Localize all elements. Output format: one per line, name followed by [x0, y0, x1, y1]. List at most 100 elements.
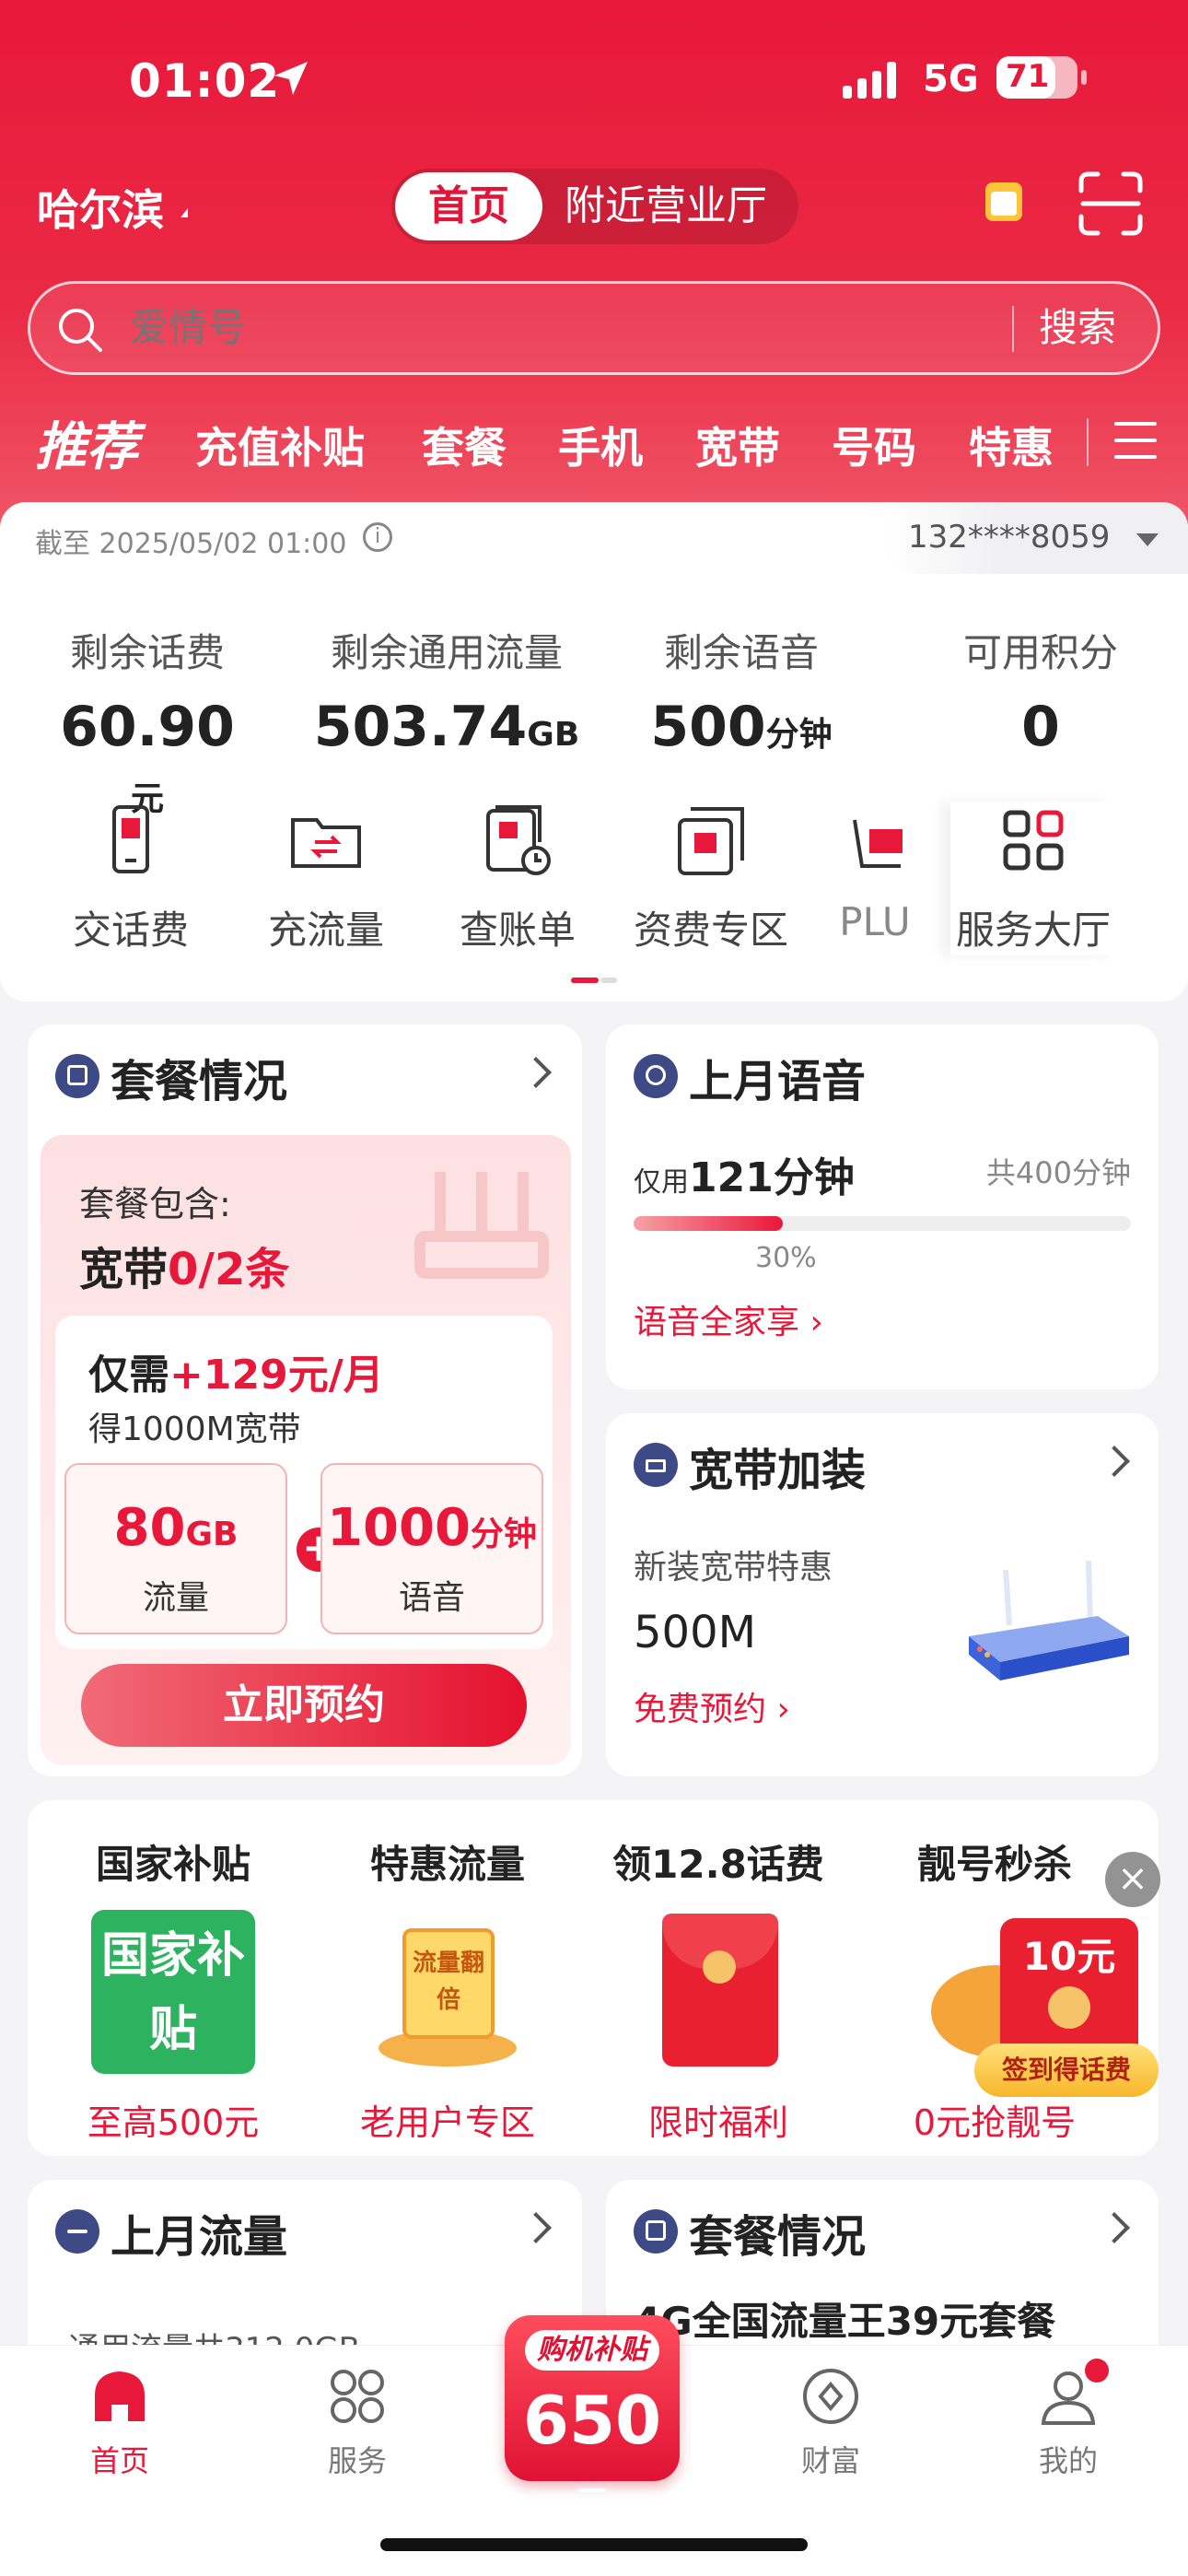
stat-voice[interactable]: 剩余语音 500分钟	[645, 622, 838, 759]
tab-home[interactable]: 首页	[395, 172, 542, 240]
shortcut-label: 充流量	[267, 907, 384, 953]
category-divider	[1087, 418, 1089, 466]
search-bar[interactable]: 搜索	[28, 281, 1160, 375]
shortcut-label: 服务大厅	[955, 907, 1111, 953]
data-recharge-icon	[291, 818, 361, 868]
shortcut-tariff-zone[interactable]: 资费专区	[628, 802, 794, 955]
nav-home[interactable]: 首页	[46, 2364, 193, 2480]
red-envelope-icon	[636, 1910, 800, 2074]
upgrade-offer: 仅需+129元/月 得1000M宽带 80GB 流量 + 1000分钟 语音	[55, 1316, 553, 1649]
search-button[interactable]: 搜索	[1039, 284, 1116, 372]
scan-icon[interactable]	[1077, 170, 1144, 237]
category-item[interactable]: 充值补贴	[195, 415, 365, 475]
network-type: 5G	[923, 58, 979, 100]
category-recommended[interactable]: 推荐	[35, 405, 138, 480]
promo-national-subsidy[interactable]: 国家补贴 国家补贴 至高500元	[53, 1800, 293, 2145]
subsidy-amount: 650元	[522, 2382, 662, 2526]
voice-used: 仅用121分钟	[634, 1154, 855, 1201]
nav-wealth[interactable]: 财富	[757, 2364, 904, 2480]
city-selector[interactable]: 哈尔滨	[37, 177, 164, 238]
search-input[interactable]	[130, 284, 959, 372]
router-outline-icon	[414, 1172, 549, 1279]
nav-services[interactable]: 服务	[284, 2364, 431, 2480]
shortcut-pay-bill[interactable]: 交话费	[48, 802, 214, 955]
card-title: 宽带加装	[689, 1445, 867, 1496]
voice-percent: 30%	[755, 1242, 817, 1274]
category-item[interactable]: 手机	[558, 415, 643, 475]
router-icon	[969, 1560, 1129, 1680]
nav-profile[interactable]: 我的	[995, 2359, 1142, 2480]
stat-points[interactable]: 可用积分 0	[949, 622, 1133, 759]
phone-subsidy-button[interactable]: 购机补贴 650元	[505, 2315, 680, 2526]
shortcut-query-bill[interactable]: 查账单	[435, 802, 600, 955]
category-item[interactable]: 套餐	[422, 415, 507, 475]
promo-bill-credit[interactable]: 领12.8话费 限时福利	[599, 1800, 838, 2145]
category-item[interactable]: 宽带	[695, 415, 780, 475]
shortcut-recharge-data[interactable]: 充流量	[243, 802, 409, 955]
pulse-icon	[55, 2209, 99, 2254]
category-item[interactable]: 号码	[832, 415, 916, 475]
stat-unit: 分钟	[765, 716, 833, 754]
free-booking-link[interactable]: 免费预约 ›	[634, 1682, 790, 1730]
card-title: 上月语音	[689, 1056, 867, 1107]
shortcut-plus[interactable]: PLU	[829, 802, 921, 944]
info-icon[interactable]: i	[363, 522, 392, 552]
stat-balance[interactable]: 剩余话费 60.90元	[55, 622, 239, 824]
package-icon	[55, 1054, 99, 1098]
voice-family-link[interactable]: 语音全家享 ›	[634, 1295, 823, 1343]
tab-nearby-stores[interactable]: 附近营业厅	[565, 169, 767, 244]
card-title: 套餐情况	[689, 2211, 867, 2263]
promo-subtitle: 限时福利	[647, 2102, 788, 2143]
promo-subtitle: 至高500元	[87, 2102, 260, 2143]
status-time: 01:02	[129, 54, 281, 108]
stat-data[interactable]: 剩余通用流量 503.74GB	[313, 622, 580, 759]
package-icon	[634, 2209, 678, 2254]
shortcut-label: 查账单	[459, 907, 576, 953]
category-nav: 推荐 充值补贴 套餐 手机 宽带 号码 特惠	[0, 405, 1188, 479]
chevron-right-icon[interactable]	[520, 2212, 552, 2243]
card-title: 上月流量	[111, 2211, 288, 2263]
close-icon[interactable]: ×	[1105, 1852, 1160, 1907]
top-tab-switch: 首页 附近营业厅	[391, 169, 798, 244]
search-icon	[59, 309, 102, 352]
bill-query-icon	[486, 805, 551, 875]
stat-label: 剩余通用流量	[330, 630, 563, 675]
data-double-icon: 流量翻倍	[366, 1910, 530, 2074]
chevron-right-icon[interactable]	[520, 1057, 552, 1088]
promo-subtitle: 老用户专区	[359, 2102, 535, 2143]
home-icon	[95, 2371, 145, 2421]
nav-label: 我的	[1038, 2443, 1098, 2478]
promo-data-deal[interactable]: 特惠流量 流量翻倍 老用户专区	[328, 1800, 567, 2145]
coin-icon	[1048, 1986, 1090, 2029]
stat-value: 503.74	[313, 695, 528, 759]
checkin-reward-float[interactable]: 10元 签到得话费	[967, 1913, 1165, 2106]
package-card[interactable]: 套餐情况 套餐包含: 宽带0/2条 仅需+129元/月 得1000M宽带 80G…	[28, 1025, 582, 1776]
menu-icon[interactable]	[1114, 418, 1160, 464]
promo-title: 特惠流量	[369, 1842, 525, 1887]
nav-label: 财富	[800, 2443, 860, 2478]
shortcut-service-hall[interactable]: 服务大厅	[950, 802, 1116, 955]
services-icon	[331, 2370, 384, 2423]
offer-data-box: 80GB 流量	[64, 1463, 287, 1634]
stat-value: 60.90	[60, 695, 235, 759]
offer-voice-box: 1000分钟 语音	[320, 1463, 543, 1634]
subsidy-label: 购机补贴	[525, 2330, 659, 2371]
phone-selector[interactable]: 132****8059	[880, 502, 1188, 574]
home-indicator	[380, 2538, 808, 2551]
voice-progress-bar	[634, 1216, 1131, 1231]
stat-label: 可用积分	[962, 630, 1118, 675]
stat-label: 剩余话费	[69, 630, 225, 675]
voice-card[interactable]: 上月语音 仅用121分钟 共400分钟 30% 语音全家享 ›	[606, 1025, 1159, 1389]
category-item[interactable]: 特惠	[969, 415, 1054, 475]
status-bar: 01:02 5G 71	[0, 51, 1188, 124]
city-caret-icon	[181, 208, 188, 217]
chevron-right-icon[interactable]	[1099, 2212, 1130, 2243]
chevron-right-icon[interactable]	[1099, 1446, 1130, 1477]
broadband-card[interactable]: 宽带加装 新装宽带特惠 500M 免费预约 ›	[606, 1413, 1159, 1776]
offer-subtitle: 得1000M宽带	[88, 1411, 301, 1448]
checkin-calendar-icon[interactable]	[985, 182, 1022, 221]
stat-unit: GB	[527, 716, 580, 754]
broadband-count: 宽带0/2条	[79, 1244, 290, 1295]
tariff-zone-icon	[678, 807, 744, 875]
book-now-button[interactable]: 立即预约	[81, 1664, 527, 1747]
